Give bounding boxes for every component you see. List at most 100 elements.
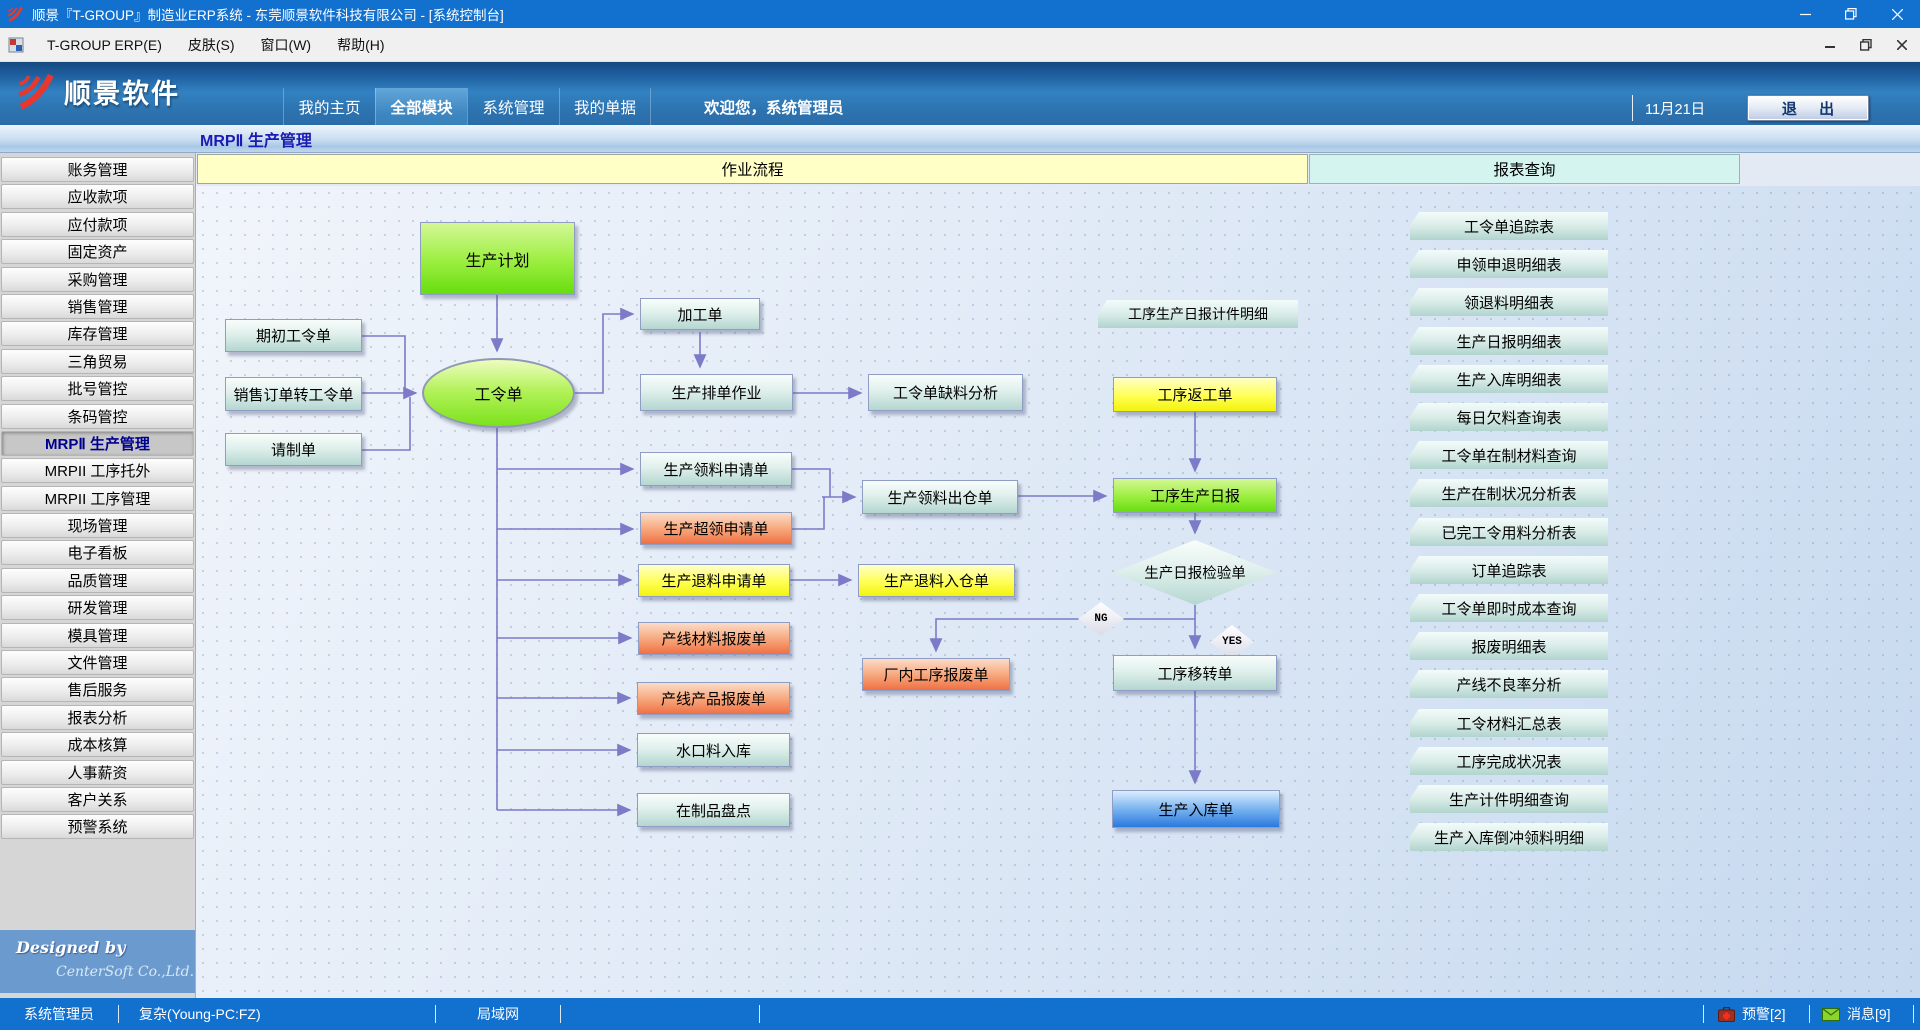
alert-label: 预警[2]	[1742, 1004, 1786, 1024]
window-title: 顺景『T-GROUP』制造业ERP系统 - 东莞顺景软件科技有限公司 - [系统…	[32, 4, 504, 24]
sidebar-item[interactable]: 应收款项	[1, 184, 194, 209]
sidebar-item[interactable]: 预警系统	[1, 814, 194, 839]
flow-node-sales-to-work-order[interactable]: 销售订单转工令单	[225, 377, 362, 411]
date-display: 11月21日	[1632, 95, 1705, 121]
menu-item[interactable]: T-GROUP ERP(E)	[34, 33, 175, 57]
menu-item[interactable]: 皮肤(S)	[175, 33, 248, 57]
status-bar: 系统管理员 复杂(Young-PC:FZ) 局域网 预警[2] 消息[9]	[0, 998, 1920, 1030]
child-minimize-icon[interactable]	[1820, 35, 1840, 55]
sidebar-item[interactable]: MRPII 工序托外	[1, 458, 194, 483]
sidebar-item[interactable]: 三角贸易	[1, 349, 194, 374]
flow-node-return-request[interactable]: 生产退料申请单	[638, 564, 790, 597]
menu-item[interactable]: 窗口(W)	[248, 33, 325, 57]
flow-node-material-issue[interactable]: 生产领料出仓单	[862, 480, 1018, 514]
flow-node-wip-count[interactable]: 在制品盘点	[637, 793, 790, 827]
header-tab[interactable]: 我的单据	[559, 88, 651, 125]
sidebar-item[interactable]: 电子看板	[1, 540, 194, 565]
flow-node-rework[interactable]: 工序返工单	[1113, 377, 1277, 412]
flow-node-over-request[interactable]: 生产超领申请单	[640, 512, 792, 545]
flow-node-return-in[interactable]: 生产退料入仓单	[858, 564, 1015, 597]
report-button[interactable]: 工令单追踪表	[1410, 212, 1608, 240]
report-button[interactable]: 生产在制状况分析表	[1410, 479, 1608, 507]
brand-logo-text: 顺景软件	[64, 72, 180, 111]
header-tab[interactable]: 系统管理	[467, 88, 559, 125]
report-button[interactable]: 工令材料汇总表	[1410, 709, 1608, 737]
header-tab[interactable]: 我的主页	[283, 88, 375, 125]
flow-node-line-product-scrap[interactable]: 产线产品报废单	[637, 682, 790, 715]
flow-node-process-order[interactable]: 加工单	[640, 298, 760, 330]
sidebar-item[interactable]: 客户关系	[1, 787, 194, 812]
workflow-canvas: 生产计划 期初工令单 销售订单转工令单 请制单 工令单 加工单 生产排单作业 工…	[196, 186, 1920, 998]
sidebar-item[interactable]: 批号管控	[1, 376, 194, 401]
status-host: 复杂(Young-PC:FZ)	[139, 998, 261, 1030]
report-button[interactable]: 工序完成状况表	[1410, 747, 1608, 775]
flow-node-sprue-in[interactable]: 水口料入库	[637, 733, 790, 767]
company-text: CenterSoft Co.,Ltd.	[56, 964, 194, 980]
report-button[interactable]: 生产日报明细表	[1410, 327, 1608, 355]
report-button[interactable]: 每日欠料查询表	[1410, 403, 1608, 431]
report-button[interactable]: 工令单在制材料查询	[1410, 441, 1608, 469]
flow-node-work-order[interactable]: 工令单	[422, 358, 575, 428]
sidebar-item[interactable]: MRPII 工序管理	[1, 486, 194, 511]
flow-node-scheduling[interactable]: 生产排单作业	[640, 374, 793, 411]
designed-by-text: Designed by	[16, 938, 125, 957]
report-button[interactable]: 产线不良率分析	[1410, 670, 1608, 698]
sidebar-list: 账务管理应收款项应付款项固定资产采购管理销售管理库存管理三角贸易批号管控条码管控…	[0, 153, 195, 839]
flow-node-line-material-scrap[interactable]: 产线材料报废单	[638, 622, 790, 655]
child-close-icon[interactable]	[1892, 35, 1912, 55]
report-button[interactable]: 生产计件明细查询	[1410, 785, 1608, 813]
sidebar-item[interactable]: 账务管理	[1, 157, 194, 182]
message-label: 消息[9]	[1847, 1004, 1891, 1024]
sidebar-item[interactable]: 研发管理	[1, 595, 194, 620]
sidebar-item[interactable]: 文件管理	[1, 650, 194, 675]
report-button[interactable]: 报废明细表	[1410, 632, 1608, 660]
alert-status[interactable]: 预警[2]	[1718, 998, 1786, 1030]
panel-headers: 作业流程 报表查询	[196, 153, 1920, 186]
flow-node-request-order[interactable]: 请制单	[225, 433, 362, 466]
title-bar: 顺景『T-GROUP』制造业ERP系统 - 东莞顺景软件科技有限公司 - [系统…	[0, 0, 1920, 28]
flow-node-daily-report[interactable]: 工序生产日报	[1113, 478, 1277, 513]
message-status[interactable]: 消息[9]	[1822, 998, 1891, 1030]
menu-items: T-GROUP ERP(E)皮肤(S)窗口(W)帮助(H)	[34, 35, 398, 55]
report-button[interactable]: 订单追踪表	[1410, 556, 1608, 584]
close-icon[interactable]	[1874, 0, 1920, 28]
report-button[interactable]: 申领申退明细表	[1410, 250, 1608, 278]
report-button[interactable]: 已完工令用料分析表	[1410, 518, 1608, 546]
sidebar-item[interactable]: 现场管理	[1, 513, 194, 538]
sidebar-item[interactable]: 报表分析	[1, 705, 194, 730]
flow-node-transfer[interactable]: 工序移转单	[1113, 655, 1277, 691]
minimize-icon[interactable]	[1782, 0, 1828, 28]
sidebar-item[interactable]: 采购管理	[1, 267, 194, 292]
sidebar-item[interactable]: 固定资产	[1, 239, 194, 264]
mdi-window-icon	[8, 37, 24, 53]
report-button[interactable]: 工令单即时成本查询	[1410, 594, 1608, 622]
child-restore-icon[interactable]	[1856, 35, 1876, 55]
flow-node-piecework-detail[interactable]: 工序生产日报计件明细	[1098, 300, 1298, 328]
sidebar-item[interactable]: 品质管理	[1, 568, 194, 593]
sidebar-item[interactable]: 应付款项	[1, 212, 194, 237]
module-title: MRPⅡ 生产管理	[200, 127, 312, 151]
sidebar-item[interactable]: 成本核算	[1, 732, 194, 757]
flow-connectors	[196, 186, 1920, 998]
restore-icon[interactable]	[1828, 0, 1874, 28]
flow-node-stock-in[interactable]: 生产入库单	[1112, 790, 1280, 828]
report-button[interactable]: 生产入库明细表	[1410, 365, 1608, 393]
sidebar-item[interactable]: 售后服务	[1, 677, 194, 702]
sidebar-item[interactable]: MRPⅡ 生产管理	[1, 431, 194, 456]
flow-node-factory-scrap[interactable]: 厂内工序报废单	[862, 658, 1010, 691]
flow-node-initial-work-order[interactable]: 期初工令单	[225, 319, 362, 352]
menu-item[interactable]: 帮助(H)	[324, 33, 397, 57]
header-tab[interactable]: 全部模块	[375, 88, 467, 125]
flow-node-production-plan[interactable]: 生产计划	[420, 222, 575, 295]
flow-node-shortage-analysis[interactable]: 工令单缺料分析	[868, 374, 1023, 411]
sidebar-item[interactable]: 库存管理	[1, 321, 194, 346]
sidebar-item[interactable]: 人事薪资	[1, 760, 194, 785]
flow-node-material-request[interactable]: 生产领料申请单	[640, 452, 792, 486]
report-button[interactable]: 生产入库倒冲领料明细	[1410, 823, 1608, 851]
exit-button[interactable]: 退 出	[1747, 95, 1869, 121]
sidebar-item[interactable]: 模具管理	[1, 623, 194, 648]
flow-node-inspection[interactable]: 生产日报检验单	[1113, 540, 1277, 605]
sidebar-item[interactable]: 销售管理	[1, 294, 194, 319]
report-button[interactable]: 领退料明细表	[1410, 288, 1608, 316]
sidebar-item[interactable]: 条码管控	[1, 404, 194, 429]
